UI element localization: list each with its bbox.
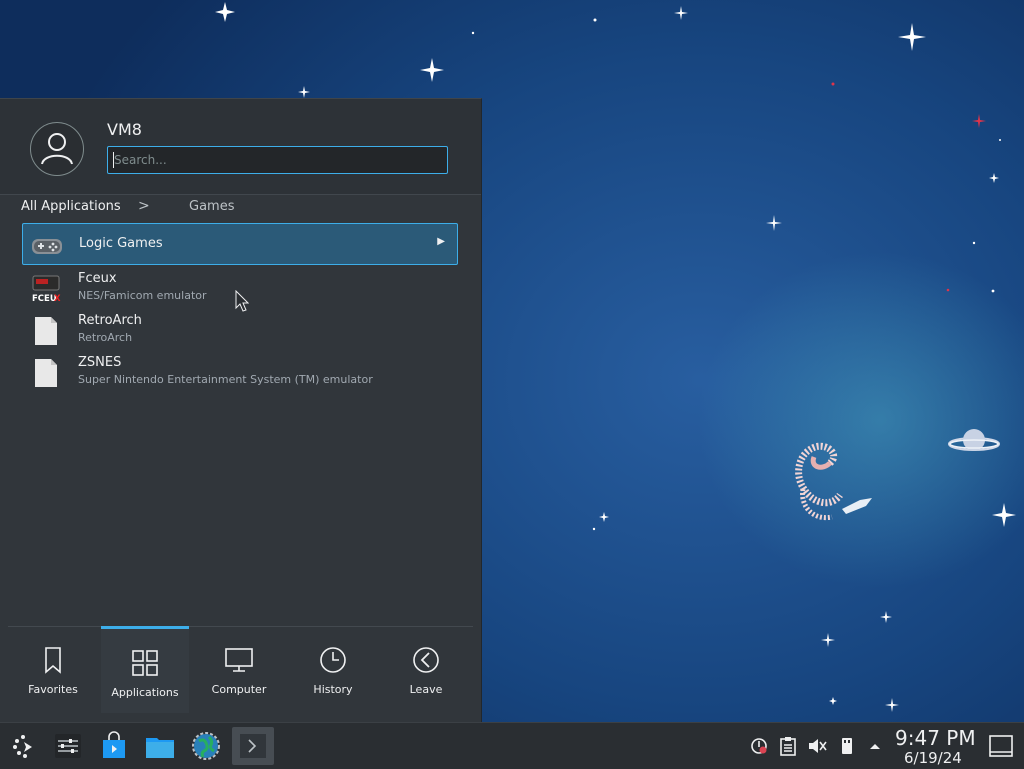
breadcrumb-games[interactable]: Games <box>189 199 234 214</box>
web-browser-icon <box>192 732 220 760</box>
application-launcher-icon <box>13 735 32 758</box>
tab-computer[interactable]: Computer <box>193 627 285 711</box>
planet-decoration <box>948 429 1000 451</box>
mouse-pointer-icon <box>235 290 249 312</box>
clock-time[interactable]: 9:47 PM <box>895 726 976 750</box>
user-avatar[interactable] <box>30 122 84 176</box>
search-input[interactable] <box>107 146 448 174</box>
application-launcher-menu: VM8 All Applications > Games Logic Games… <box>0 98 482 723</box>
list-item-zsnes[interactable]: ZSNES Super Nintendo Entertainment Syste… <box>22 351 458 393</box>
tab-applications[interactable]: Applications <box>101 626 189 713</box>
clock-date[interactable]: 6/19/24 <box>904 749 962 767</box>
application-launcher-button[interactable] <box>6 729 40 763</box>
software-store-button[interactable] <box>97 729 131 763</box>
tab-leave[interactable]: Leave <box>380 627 472 711</box>
clock-icon <box>320 647 346 673</box>
expand-tray-icon[interactable] <box>864 735 886 757</box>
clipboard-icon[interactable] <box>777 735 799 757</box>
launcher-tab-bar: Favorites Applications Computer History … <box>0 626 481 723</box>
app-description: NES/Famicom emulator <box>78 289 207 302</box>
software-store-icon <box>103 731 125 758</box>
tab-history[interactable]: History <box>287 627 379 711</box>
file-manager-button[interactable] <box>143 729 177 763</box>
list-item-retroarch[interactable]: RetroArch RetroArch <box>22 309 458 351</box>
list-item-logic-games[interactable]: Logic Games ▶ <box>22 223 458 265</box>
generic-file-icon <box>35 317 57 345</box>
show-desktop-icon[interactable] <box>986 731 1016 761</box>
debian-swirl-logo <box>795 442 872 521</box>
breadcrumb-all-applications[interactable]: All Applications <box>21 199 121 214</box>
text-caret <box>113 152 114 168</box>
generic-file-icon <box>35 359 57 387</box>
breadcrumb: All Applications > Games <box>0 198 481 219</box>
volume-muted-icon[interactable] <box>806 735 828 757</box>
app-name: RetroArch <box>78 313 142 328</box>
terminal-button[interactable] <box>232 727 274 765</box>
monitor-icon <box>225 648 253 672</box>
app-name: Logic Games <box>79 236 163 251</box>
tab-label: Leave <box>409 683 443 696</box>
leave-arrow-icon <box>413 647 439 673</box>
submenu-arrow-icon: ▶ <box>437 236 445 247</box>
app-name: Fceux <box>78 271 117 286</box>
web-browser-button[interactable] <box>189 729 223 763</box>
breadcrumb-separator-chevron: > <box>138 198 150 214</box>
tab-label: Favorites <box>28 683 78 696</box>
tab-label: Applications <box>111 686 179 699</box>
bookmark-icon <box>45 647 61 674</box>
app-description: Super Nintendo Entertainment System (TM)… <box>78 373 373 386</box>
tab-favorites[interactable]: Favorites <box>7 627 99 711</box>
user-icon <box>41 133 73 165</box>
app-description: RetroArch <box>78 331 133 344</box>
app-name: ZSNES <box>78 355 122 370</box>
update-notifier-icon[interactable] <box>748 735 770 757</box>
system-settings-icon <box>55 734 81 758</box>
terminal-icon <box>240 734 266 758</box>
system-settings-button[interactable] <box>51 729 85 763</box>
tab-label: History <box>313 683 353 696</box>
grid-icon <box>132 650 158 676</box>
fceux-icon: FCEU X <box>32 275 61 304</box>
file-manager-icon <box>146 738 174 758</box>
username-label: VM8 <box>107 120 142 139</box>
gamepad-icon <box>32 239 62 254</box>
tab-label: Computer <box>211 683 267 696</box>
launcher-header: VM8 <box>0 99 481 195</box>
taskbar-panel: 9:47 PM 6/19/24 <box>0 722 1024 769</box>
svg-text:X: X <box>54 294 61 304</box>
removable-device-icon[interactable] <box>836 735 858 757</box>
